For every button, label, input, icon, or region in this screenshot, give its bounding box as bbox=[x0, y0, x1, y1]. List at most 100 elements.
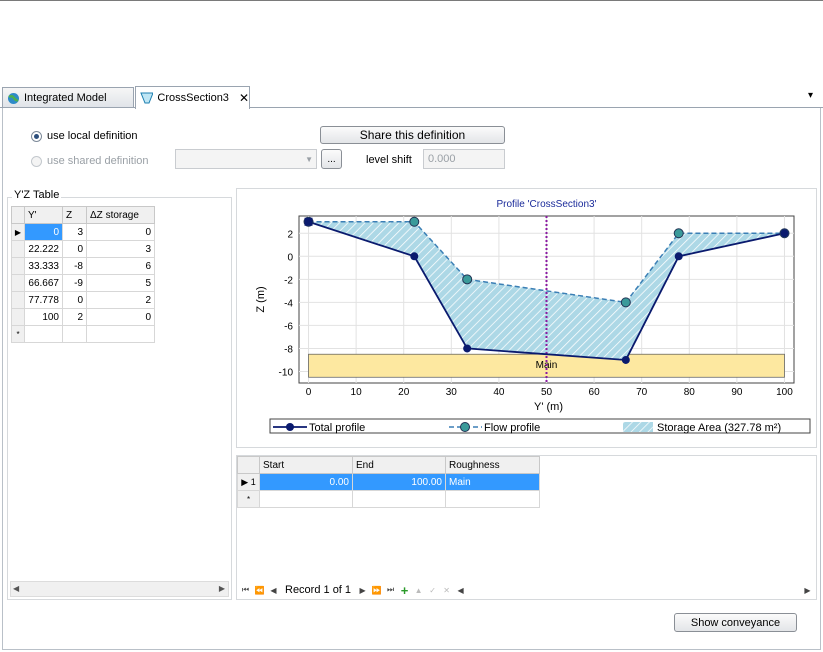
scroll-right-icon[interactable]: ▶ bbox=[801, 584, 814, 597]
browse-button[interactable]: ... bbox=[321, 149, 342, 169]
flow-profile-point bbox=[673, 228, 684, 239]
next-page-icon[interactable]: ⏩ bbox=[370, 584, 383, 597]
cell[interactable]: 3 bbox=[86, 240, 155, 258]
new-row[interactable]: * bbox=[11, 325, 155, 343]
legend-flow-label: Flow profile bbox=[484, 422, 540, 434]
last-page-icon[interactable]: ⏭ bbox=[384, 584, 397, 597]
cell[interactable]: 0 bbox=[86, 223, 155, 241]
cell[interactable]: 100 bbox=[24, 308, 63, 326]
use-shared-radio[interactable]: use shared definition bbox=[31, 155, 149, 167]
table-row[interactable]: ▶ 0 3 0 bbox=[11, 223, 155, 241]
cell[interactable]: -8 bbox=[62, 257, 87, 275]
scroll-left-icon[interactable]: ◀ bbox=[13, 584, 19, 593]
row-header: ▶ 1 bbox=[237, 473, 260, 491]
tab-menu-icon[interactable]: ▾ bbox=[808, 90, 813, 101]
y-tick-label: -8 bbox=[284, 344, 293, 355]
move-up-icon[interactable]: ▲ bbox=[412, 584, 425, 597]
cell[interactable]: 0 bbox=[62, 291, 87, 309]
tab-label: CrossSection3 bbox=[157, 92, 229, 104]
total-profile-point bbox=[410, 252, 419, 261]
x-tick-label: 10 bbox=[351, 387, 363, 398]
y-axis-label: Z (m) bbox=[255, 286, 267, 312]
x-tick-label: 90 bbox=[731, 387, 743, 398]
x-tick-label: 80 bbox=[684, 387, 696, 398]
yz-table-scrollbar[interactable]: ◀ ▶ bbox=[10, 581, 229, 597]
column-header[interactable]: Roughness bbox=[445, 456, 540, 474]
table-header-row: Start End Roughness bbox=[237, 456, 540, 474]
shared-definition-dropdown[interactable]: ▼ bbox=[175, 149, 317, 169]
tab-integrated-model[interactable]: Integrated Model bbox=[2, 87, 134, 108]
cell[interactable]: 3 bbox=[62, 223, 87, 241]
legend-storage-label: Storage Area (327.78 m²) bbox=[657, 422, 781, 434]
x-tick-label: 40 bbox=[493, 387, 505, 398]
add-record-icon[interactable]: + bbox=[398, 583, 411, 598]
chart-title: Profile 'CrossSection3' bbox=[497, 199, 597, 210]
scroll-left-icon[interactable]: ◀ bbox=[454, 584, 467, 597]
use-local-radio[interactable]: use local definition bbox=[31, 130, 138, 142]
profile-chart[interactable]: Profile 'CrossSection3'0 10 20 30 40 50 60 70 80… bbox=[237, 189, 816, 447]
accept-icon[interactable]: ✓ bbox=[426, 584, 439, 597]
y-tick-label: 2 bbox=[287, 229, 293, 240]
y-tick-label: -2 bbox=[284, 275, 293, 286]
delete-icon[interactable]: ✕ bbox=[440, 584, 453, 597]
x-tick-label: 50 bbox=[541, 387, 553, 398]
previous-page-icon[interactable]: ⏪ bbox=[253, 584, 266, 597]
previous-record-icon[interactable]: ◀ bbox=[267, 584, 280, 597]
cell[interactable]: 33.333 bbox=[24, 257, 63, 275]
record-navigator: ⏮ ⏪ ◀ Record 1 of 1 ▶ ⏩ ⏭ + ▲ ✓ ✕ ◀ ▶ bbox=[239, 582, 814, 598]
roughness-table[interactable]: Start End Roughness ▶ 1 0.00 100.00 Main… bbox=[237, 456, 540, 508]
radio-on-icon bbox=[31, 130, 42, 142]
globe-icon bbox=[8, 92, 19, 104]
table-row[interactable]: 33.333 -8 6 bbox=[11, 257, 155, 275]
y-tick-label: -10 bbox=[279, 367, 294, 378]
cell[interactable]: 22.222 bbox=[24, 240, 63, 258]
new-row-marker: * bbox=[11, 325, 25, 343]
radio-off-icon bbox=[31, 155, 42, 167]
x-tick-label: 20 bbox=[398, 387, 410, 398]
level-shift-label: level shift bbox=[366, 154, 412, 166]
table-row[interactable]: 22.222 0 3 bbox=[11, 240, 155, 258]
x-tick-label: 0 bbox=[306, 387, 312, 398]
column-header[interactable]: Z bbox=[62, 206, 87, 224]
cell[interactable]: Main bbox=[445, 473, 540, 491]
column-header[interactable]: End bbox=[352, 456, 446, 474]
level-shift-input[interactable]: 0.000 bbox=[423, 149, 505, 169]
cell[interactable]: 0 bbox=[24, 223, 63, 241]
tab-crosssection3[interactable]: CrossSection3 ✕ bbox=[135, 86, 250, 109]
total-profile-point bbox=[621, 355, 630, 364]
cell[interactable]: 0 bbox=[62, 240, 87, 258]
cell[interactable]: 2 bbox=[62, 308, 87, 326]
close-tab-icon[interactable]: ✕ bbox=[239, 91, 249, 105]
new-row[interactable]: * bbox=[237, 490, 540, 508]
x-tick-label: 70 bbox=[636, 387, 648, 398]
cell[interactable]: 5 bbox=[86, 274, 155, 292]
cell[interactable]: -9 bbox=[62, 274, 87, 292]
table-row[interactable]: 100 2 0 bbox=[11, 308, 155, 326]
column-header[interactable]: Y' bbox=[24, 206, 63, 224]
total-profile-point bbox=[304, 217, 313, 226]
cell[interactable]: 100.00 bbox=[352, 473, 446, 491]
cell[interactable]: 0.00 bbox=[259, 473, 353, 491]
column-header[interactable]: ΔZ storage bbox=[86, 206, 155, 224]
table-row[interactable]: 66.667 -9 5 bbox=[11, 274, 155, 292]
cell[interactable]: 66.667 bbox=[24, 274, 63, 292]
share-definition-button[interactable]: Share this definition bbox=[320, 126, 505, 144]
show-conveyance-button[interactable]: Show conveyance bbox=[674, 613, 797, 632]
total-profile-point bbox=[674, 252, 683, 261]
column-header[interactable]: Start bbox=[259, 456, 353, 474]
flow-profile-point bbox=[620, 297, 631, 308]
x-tick-label: 60 bbox=[589, 387, 601, 398]
legend-storage-swatch bbox=[623, 422, 653, 432]
table-row[interactable]: 77.778 0 2 bbox=[11, 291, 155, 309]
cell[interactable]: 0 bbox=[86, 308, 155, 326]
cell[interactable]: 77.778 bbox=[24, 291, 63, 309]
next-record-icon[interactable]: ▶ bbox=[356, 584, 369, 597]
legend-total-label: Total profile bbox=[309, 422, 365, 434]
scroll-right-icon[interactable]: ▶ bbox=[219, 584, 225, 593]
cell[interactable]: 2 bbox=[86, 291, 155, 309]
cell[interactable]: 6 bbox=[86, 257, 155, 275]
table-row[interactable]: ▶ 1 0.00 100.00 Main bbox=[237, 473, 540, 491]
first-page-icon[interactable]: ⏮ bbox=[239, 584, 252, 597]
total-profile-point bbox=[463, 344, 472, 353]
yz-table[interactable]: Y' Z ΔZ storage ▶ 0 3 0 22.222 0 3 33.33… bbox=[11, 206, 155, 343]
